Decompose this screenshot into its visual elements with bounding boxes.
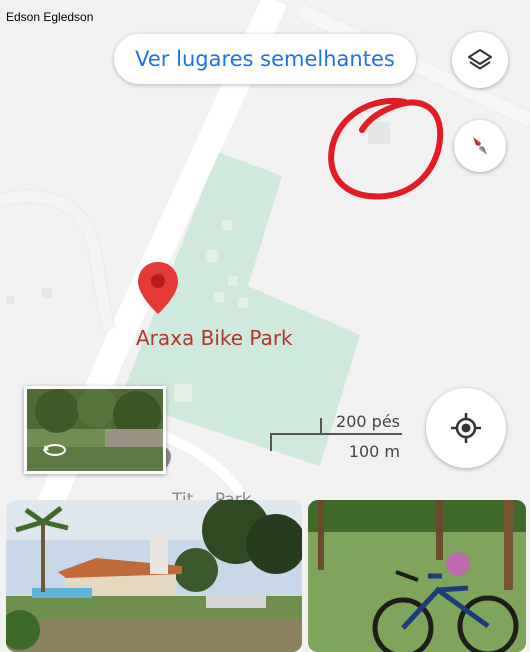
- place-photo-image: [6, 500, 302, 652]
- scale-feet: 200 pés: [336, 412, 400, 431]
- compass-button[interactable]: [454, 120, 506, 172]
- my-location-button[interactable]: [426, 388, 506, 468]
- place-name-label[interactable]: Araxa Bike Park: [136, 326, 293, 350]
- place-photo[interactable]: [6, 500, 302, 652]
- place-photo-image: [308, 500, 526, 652]
- scale-line: [270, 433, 402, 435]
- similar-places-label: Ver lugares semelhantes: [135, 47, 395, 71]
- scale-meters: 100 m: [348, 442, 400, 461]
- author-name: Edson Egledson: [6, 10, 94, 24]
- my-location-icon: [451, 413, 481, 443]
- street-view-thumbnail[interactable]: [24, 386, 166, 474]
- street-view-rotate-icon: [43, 444, 66, 456]
- similar-places-button[interactable]: Ver lugares semelhantes: [114, 34, 416, 84]
- scale-bar: 200 pés 100 m: [270, 406, 404, 462]
- street-view-image: [27, 389, 163, 471]
- compass-icon: [473, 137, 487, 155]
- layers-icon: [468, 49, 492, 70]
- place-photo[interactable]: [308, 500, 526, 652]
- layers-button[interactable]: [452, 32, 508, 88]
